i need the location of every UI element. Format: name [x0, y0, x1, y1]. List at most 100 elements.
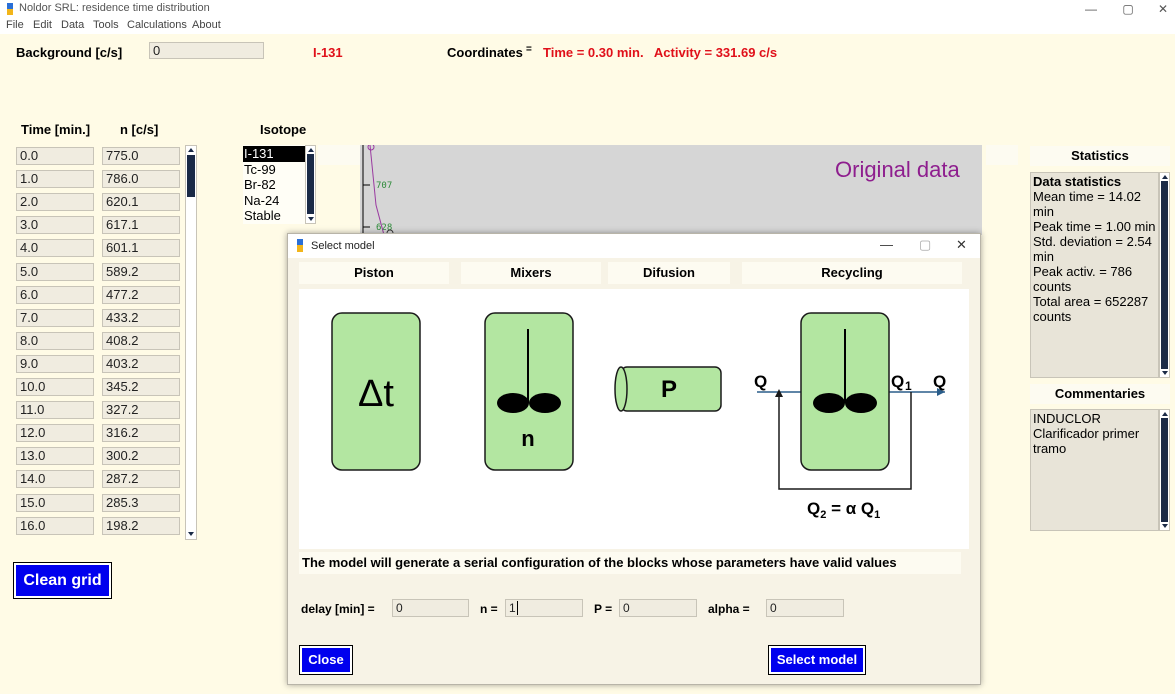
minimize-button[interactable]: —: [1073, 0, 1109, 18]
n-cell[interactable]: 620.1: [102, 193, 180, 212]
menu-file[interactable]: File: [6, 19, 24, 31]
n-cell[interactable]: 285.3: [102, 493, 180, 512]
model-diagram: Δt n P Q Q 1 Q Q2 = α Q1: [299, 289, 969, 549]
mixer-blade-icon: [497, 393, 529, 413]
dialog-maximize-button[interactable]: ▢: [919, 237, 931, 253]
dialog-close-x-button[interactable]: ✕: [956, 237, 967, 253]
n-cell[interactable]: 198.2: [102, 516, 180, 535]
commentaries-scroll-thumb[interactable]: [1161, 418, 1168, 522]
commentaries-box[interactable]: INDUCLOR Clarificador primer tramo: [1030, 409, 1159, 531]
dialog-title-bar: Select model — ▢ ✕: [288, 234, 980, 258]
n-cell[interactable]: 316.2: [102, 424, 180, 443]
time-cell[interactable]: 11.0: [16, 401, 94, 420]
commentaries-header: Commentaries: [1030, 384, 1170, 404]
n-cell[interactable]: 786.0: [102, 170, 180, 189]
scroll-down-icon[interactable]: [1162, 371, 1168, 375]
statistics-box: Data statistics Mean time = 14.02 min Peak …: [1030, 172, 1159, 378]
isotope-option[interactable]: Na-24: [243, 193, 305, 209]
grid-scroll-thumb[interactable]: [187, 155, 195, 197]
isotope-scrollbar[interactable]: [305, 145, 316, 224]
time-cell[interactable]: 5.0: [16, 262, 94, 281]
menu-data[interactable]: Data: [61, 19, 84, 31]
dialog-logo-icon: [297, 239, 303, 252]
time-cell[interactable]: 7.0: [16, 308, 94, 327]
n-cell[interactable]: 327.2: [102, 401, 180, 420]
grid-scrollbar[interactable]: [185, 145, 197, 540]
n-cell[interactable]: 617.1: [102, 216, 180, 235]
difusion-block-cap: [614, 366, 628, 412]
select-model-button[interactable]: Select model: [769, 646, 865, 674]
delta-t-label: Δt: [358, 373, 394, 415]
dialog-minimize-button[interactable]: —: [880, 237, 893, 252]
time-cell[interactable]: 9.0: [16, 354, 94, 373]
n-cell[interactable]: 433.2: [102, 308, 180, 327]
time-cell[interactable]: 13.0: [16, 447, 94, 466]
n-cell[interactable]: 345.2: [102, 378, 180, 396]
n-cell[interactable]: 589.2: [102, 262, 180, 281]
scroll-down-icon[interactable]: [308, 217, 314, 221]
n-cell[interactable]: 287.2: [102, 470, 180, 489]
scroll-down-icon[interactable]: [188, 532, 194, 536]
clean-grid-button[interactable]: Clean grid: [14, 563, 111, 598]
scroll-down-icon[interactable]: [1162, 524, 1168, 528]
n-cell[interactable]: 403.2: [102, 354, 180, 373]
commentaries-scrollbar[interactable]: [1159, 409, 1170, 531]
isotope-display: I-131: [313, 45, 343, 60]
time-cell[interactable]: 0.0: [16, 147, 94, 165]
isotope-option[interactable]: Stable: [243, 208, 305, 224]
isotope-list[interactable]: I-131 Tc-99 Br-82 Na-24 Stable: [243, 145, 305, 224]
p-input[interactable]: 0: [619, 599, 697, 617]
menu-about[interactable]: About: [192, 19, 221, 31]
time-cell[interactable]: 3.0: [16, 216, 94, 235]
delay-label: delay [min] =: [301, 602, 375, 616]
n-input[interactable]: 1: [505, 599, 583, 617]
time-cell[interactable]: 16.0: [16, 516, 94, 535]
menu-tools[interactable]: Tools: [93, 19, 119, 31]
alpha-input[interactable]: 0: [766, 599, 844, 617]
statistics-line: counts: [1033, 309, 1072, 324]
n-cell[interactable]: 408.2: [102, 331, 180, 350]
isotope-option[interactable]: Br-82: [243, 177, 305, 193]
alpha-label: alpha =: [708, 602, 750, 616]
scroll-up-icon[interactable]: [1162, 175, 1168, 179]
statistics-header: Statistics: [1030, 146, 1170, 166]
statistics-text: Data statistics Mean time = 14.02 min Peak …: [1033, 174, 1156, 324]
mixer-blade-icon: [845, 393, 877, 413]
chart-title: Original data: [835, 157, 960, 182]
menu-calculations[interactable]: Calculations: [127, 19, 187, 31]
background-input[interactable]: 0: [149, 42, 264, 59]
time-cell[interactable]: 10.0: [16, 378, 94, 396]
statistics-line: Total area = 652287: [1033, 294, 1149, 309]
time-cell[interactable]: 14.0: [16, 470, 94, 489]
time-cell[interactable]: 12.0: [16, 424, 94, 443]
n-cell[interactable]: 477.2: [102, 285, 180, 304]
statistics-scroll-thumb[interactable]: [1161, 181, 1168, 369]
time-cell[interactable]: 2.0: [16, 193, 94, 212]
n-cell[interactable]: 601.1: [102, 239, 180, 258]
commentary-line: INDUCLOR: [1033, 411, 1101, 426]
commentary-line: Clarificador primer: [1033, 426, 1140, 441]
scroll-up-icon[interactable]: [308, 148, 314, 152]
statistics-scrollbar[interactable]: [1159, 172, 1170, 378]
close-button[interactable]: Close: [300, 646, 352, 674]
time-cell[interactable]: 1.0: [16, 170, 94, 189]
menu-edit[interactable]: Edit: [33, 19, 52, 31]
chart-point: [367, 145, 375, 151]
time-cell[interactable]: 8.0: [16, 331, 94, 350]
close-window-button[interactable]: ✕: [1145, 0, 1175, 18]
n-cell[interactable]: 775.0: [102, 147, 180, 165]
isotope-option[interactable]: Tc-99: [243, 162, 305, 178]
time-cell[interactable]: 15.0: [16, 493, 94, 512]
delay-input[interactable]: 0: [392, 599, 469, 617]
scroll-up-icon[interactable]: [188, 148, 194, 152]
time-cell[interactable]: 6.0: [16, 285, 94, 304]
window-title: Noldor SRL: residence time distribution: [19, 2, 210, 14]
n-cell[interactable]: 300.2: [102, 447, 180, 466]
isotope-scroll-thumb[interactable]: [307, 154, 314, 214]
piston-header: Piston: [299, 262, 449, 284]
scroll-up-icon[interactable]: [1162, 412, 1168, 416]
time-cell[interactable]: 4.0: [16, 239, 94, 258]
maximize-button[interactable]: ▢: [1110, 0, 1146, 18]
isotope-option[interactable]: I-131: [243, 146, 305, 162]
statistics-line: min: [1033, 249, 1054, 264]
